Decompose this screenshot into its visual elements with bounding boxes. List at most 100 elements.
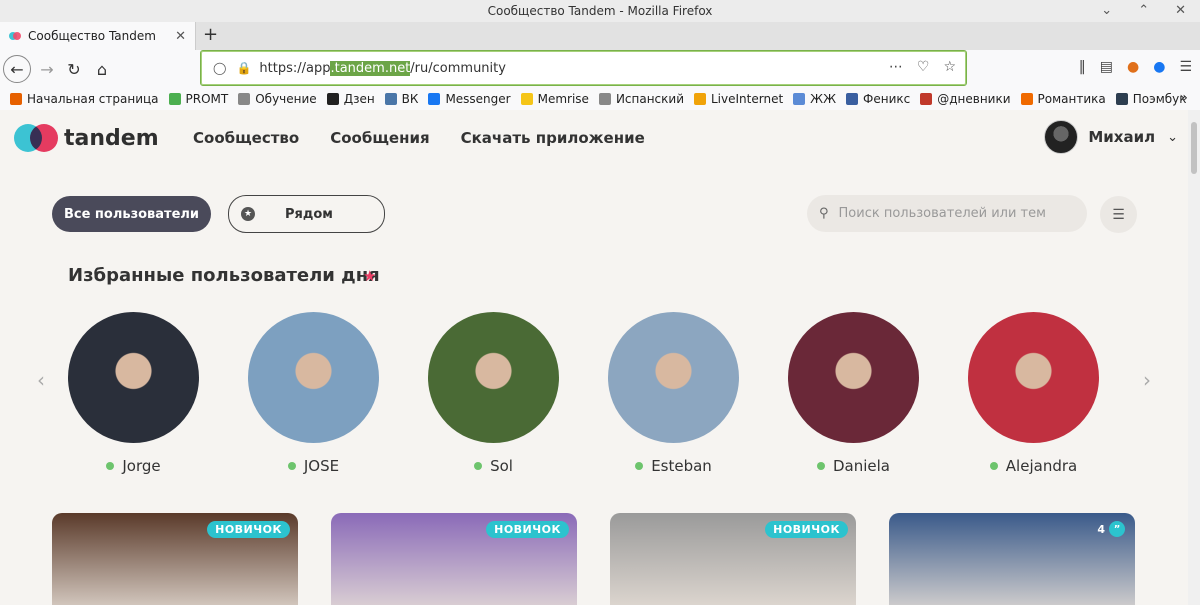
tandem-favicon-icon [9, 32, 21, 40]
bookmark-label: LiveInternet [711, 92, 784, 106]
maximize-icon[interactable]: ⌃ [1138, 0, 1149, 22]
user-photo[interactable] [788, 312, 919, 443]
bookmark-item[interactable]: Поэмбук [1115, 92, 1187, 106]
online-status-icon [989, 462, 998, 470]
user-name-label: Jorge [122, 457, 161, 475]
messenger-icon[interactable]: ● [1153, 59, 1165, 75]
bookmark-label: Messenger [445, 92, 511, 106]
user-profile-card[interactable]: 4” [889, 513, 1135, 605]
bookmark-item[interactable]: LiveInternet [694, 92, 783, 106]
featured-user-card[interactable]: Sol [428, 312, 559, 475]
nav-download-app[interactable]: Скачать приложение [461, 129, 645, 147]
url-bar[interactable]: ◯ 🔒 https://app.tandem.net/ru/community … [200, 50, 967, 86]
featured-user-card[interactable]: Daniela [788, 312, 919, 475]
bookmark-label: Романтика [1037, 92, 1106, 106]
user-profile-card[interactable]: НОВИЧОК [52, 513, 298, 605]
bookmark-item[interactable]: Memrise [520, 92, 589, 106]
avatar[interactable] [1044, 120, 1079, 154]
bookmark-item[interactable]: Дзен [326, 92, 375, 106]
user-menu[interactable]: Михаил ⌄ [1044, 120, 1178, 154]
bookmark-favicon-icon [238, 93, 251, 105]
user-name-label: JOSE [303, 457, 340, 475]
lock-icon[interactable]: 🔒 [236, 61, 251, 75]
references-badge: 4” [1097, 521, 1125, 537]
tab-tandem[interactable]: Сообщество Tandem ✕ [0, 22, 196, 50]
filter-all-users-button[interactable]: Все пользователи [52, 196, 211, 232]
nav-messages[interactable]: Сообщения [330, 129, 429, 147]
window-titlebar: Сообщество Tandem - Mozilla Firefox ⌄ ⌃ … [0, 0, 1200, 22]
tandem-logo-icon [14, 124, 58, 152]
bookmark-label: Испанский [615, 92, 684, 106]
section-title: Избранные пользователи дня [68, 265, 380, 286]
user-photo[interactable] [68, 312, 199, 443]
user-photo[interactable] [248, 312, 379, 443]
bookmark-item[interactable]: Феникс [846, 92, 910, 106]
search-input[interactable] [836, 205, 1071, 222]
bookmark-label: PROMT [185, 92, 229, 106]
online-status-icon [474, 462, 483, 470]
bookmark-item[interactable]: Обучение [238, 92, 317, 106]
forward-arrow-icon[interactable]: → [33, 55, 61, 83]
shield-icon[interactable]: ◯ [213, 61, 226, 75]
user-profile-card[interactable]: НОВИЧОК [331, 513, 577, 605]
bookmark-item[interactable]: Испанский [598, 92, 684, 106]
bookmark-item[interactable]: Messenger [428, 92, 511, 106]
filter-nearby-button[interactable]: ★ Рядом [228, 195, 385, 233]
user-photo[interactable] [608, 312, 739, 443]
featured-user-card[interactable]: JOSE [248, 312, 379, 475]
featured-user-card[interactable]: Jorge [68, 312, 199, 475]
bookmark-item[interactable]: @дневники [920, 92, 1011, 106]
location-pin-icon: ★ [241, 207, 255, 221]
featured-user-card[interactable]: Esteban [608, 312, 739, 475]
navigation-bar: ← → ↻ ⌂ ◯ 🔒 https://app.tandem.net/ru/co… [0, 50, 1200, 88]
carousel-next-icon[interactable]: › [1143, 368, 1151, 392]
close-window-icon[interactable]: ✕ [1175, 0, 1186, 22]
carousel-prev-icon[interactable]: ‹ [37, 368, 45, 392]
online-status-icon [816, 462, 825, 470]
new-tab-icon[interactable]: + [203, 24, 218, 45]
home-icon[interactable]: ⌂ [88, 55, 116, 83]
user-caption: Sol [428, 457, 559, 475]
scrollbar-thumb[interactable] [1191, 122, 1197, 174]
url-text[interactable]: https://app.tandem.net/ru/community [259, 60, 506, 76]
bookmarks-bar: Начальная страница PROMT Обучение Дзен ВК Mes… [0, 88, 1200, 111]
extension-icon[interactable]: ● [1127, 59, 1139, 75]
tandem-logo[interactable]: tandem [14, 124, 159, 152]
bookmark-item[interactable]: PROMT [168, 92, 229, 106]
user-profile-card[interactable]: НОВИЧОК [610, 513, 856, 605]
bookmark-item[interactable]: ЖЖ [793, 92, 836, 106]
more-bookmarks-icon[interactable]: » [1179, 90, 1188, 106]
user-name[interactable]: Михаил [1088, 128, 1155, 146]
bookmark-label: ЖЖ [810, 92, 837, 106]
bookmark-label: Memrise [537, 92, 589, 106]
quote-icon: ” [1109, 521, 1125, 537]
nav-community[interactable]: Сообщество [193, 129, 299, 147]
filters-settings-button[interactable]: ☰ [1100, 196, 1137, 233]
bookmark-item[interactable]: Романтика [1020, 92, 1106, 106]
bookmark-star-icon[interactable]: ☆ [943, 59, 956, 75]
bookmark-favicon-icon [598, 93, 611, 105]
page-actions-icon[interactable]: ⋯ [889, 59, 903, 75]
scrollbar[interactable] [1188, 110, 1200, 605]
user-photo[interactable] [428, 312, 559, 443]
bookmark-favicon-icon [168, 93, 181, 105]
reload-icon[interactable]: ↻ [60, 55, 88, 83]
filter-nearby-label: Рядом [285, 206, 333, 222]
search-box[interactable]: ⚲ [807, 195, 1087, 232]
close-tab-icon[interactable]: ✕ [175, 29, 186, 44]
pocket-icon[interactable]: ♡ [917, 59, 930, 75]
user-caption: Jorge [68, 457, 199, 475]
sidebar-icon[interactable]: ▤ [1100, 59, 1113, 75]
menu-icon[interactable]: ☰ [1179, 59, 1192, 75]
bookmark-item[interactable]: ВК [384, 92, 418, 106]
bookmark-item[interactable]: Начальная страница [10, 92, 159, 106]
library-icon[interactable]: ‖ [1079, 59, 1086, 75]
minimize-icon[interactable]: ⌄ [1101, 0, 1112, 22]
featured-user-card[interactable]: Alejandra [968, 312, 1099, 475]
search-icon: ⚲ [819, 206, 829, 221]
tab-bar: Сообщество Tandem ✕ + [0, 22, 1200, 50]
chevron-down-icon[interactable]: ⌄ [1167, 130, 1178, 145]
back-arrow-icon[interactable]: ← [3, 55, 31, 83]
user-photo[interactable] [968, 312, 1099, 443]
window-title: Сообщество Tandem - Mozilla Firefox [487, 4, 713, 18]
